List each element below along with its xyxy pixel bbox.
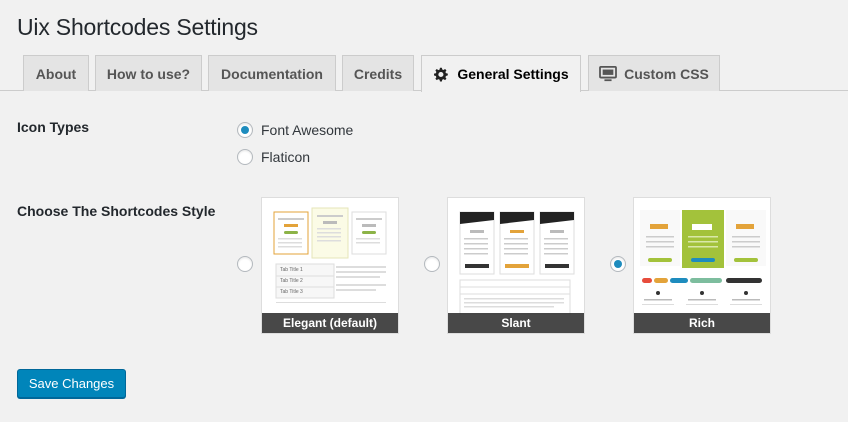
tab-label: About xyxy=(35,65,77,82)
tab-about[interactable]: About xyxy=(23,55,89,91)
radio-label: Flaticon xyxy=(261,149,311,165)
radio-label: Font Awesome xyxy=(261,122,354,138)
icon-types-label: Icon Types xyxy=(17,119,90,135)
tab-label: How to use? xyxy=(106,65,191,82)
monitor-icon xyxy=(599,65,617,82)
tab-how-to-use[interactable]: How to use? xyxy=(95,55,202,91)
slant-preview-image xyxy=(459,211,575,315)
gear-icon xyxy=(433,66,450,83)
style-rich-radio[interactable] xyxy=(610,256,626,272)
save-changes-button[interactable]: Save Changes xyxy=(17,369,126,398)
icon-type-option-flaticon[interactable]: Flaticon xyxy=(237,147,310,167)
tab-label: Documentation xyxy=(221,65,323,82)
shortcodes-style-label: Choose The Shortcodes Style xyxy=(17,203,216,219)
tab-general-settings[interactable]: General Settings xyxy=(421,55,581,92)
tab-custom-css[interactable]: Custom CSS xyxy=(588,55,720,91)
page-title: Uix Shortcodes Settings xyxy=(17,14,258,40)
preview-tab-title: Tab Title 3 xyxy=(280,289,303,295)
style-elegant-radio[interactable] xyxy=(237,256,253,272)
tab-label: General Settings xyxy=(457,66,569,82)
style-slant-radio[interactable] xyxy=(424,256,440,272)
preview-tab-title: Tab Title 1 xyxy=(280,267,303,273)
thumbnail-caption: Elegant (default) xyxy=(262,313,398,333)
preview-tab-title: Tab Title 2 xyxy=(280,278,303,284)
settings-tabs: About How to use? Documentation Credits … xyxy=(0,55,848,92)
thumbnail-caption: Slant xyxy=(448,313,584,333)
thumbnail-caption: Rich xyxy=(634,313,770,333)
tab-credits[interactable]: Credits xyxy=(342,55,414,91)
flaticon-radio[interactable] xyxy=(237,149,253,165)
elegant-preview-tabs: Tab Title 1 Tab Title 2 Tab Title 3 xyxy=(280,265,303,298)
font-awesome-radio[interactable] xyxy=(237,122,253,138)
tab-label: Credits xyxy=(353,65,403,82)
style-slant-thumbnail[interactable]: Slant xyxy=(447,197,585,334)
rich-preview-image xyxy=(640,210,766,305)
style-rich-thumbnail[interactable]: Rich xyxy=(633,197,771,334)
style-elegant-thumbnail[interactable]: Tab Title 1 Tab Title 2 Tab Title 3 Eleg… xyxy=(261,197,399,334)
tab-documentation[interactable]: Documentation xyxy=(208,55,336,91)
icon-type-option-font-awesome[interactable]: Font Awesome xyxy=(237,120,353,140)
tab-label: Custom CSS xyxy=(624,65,709,82)
